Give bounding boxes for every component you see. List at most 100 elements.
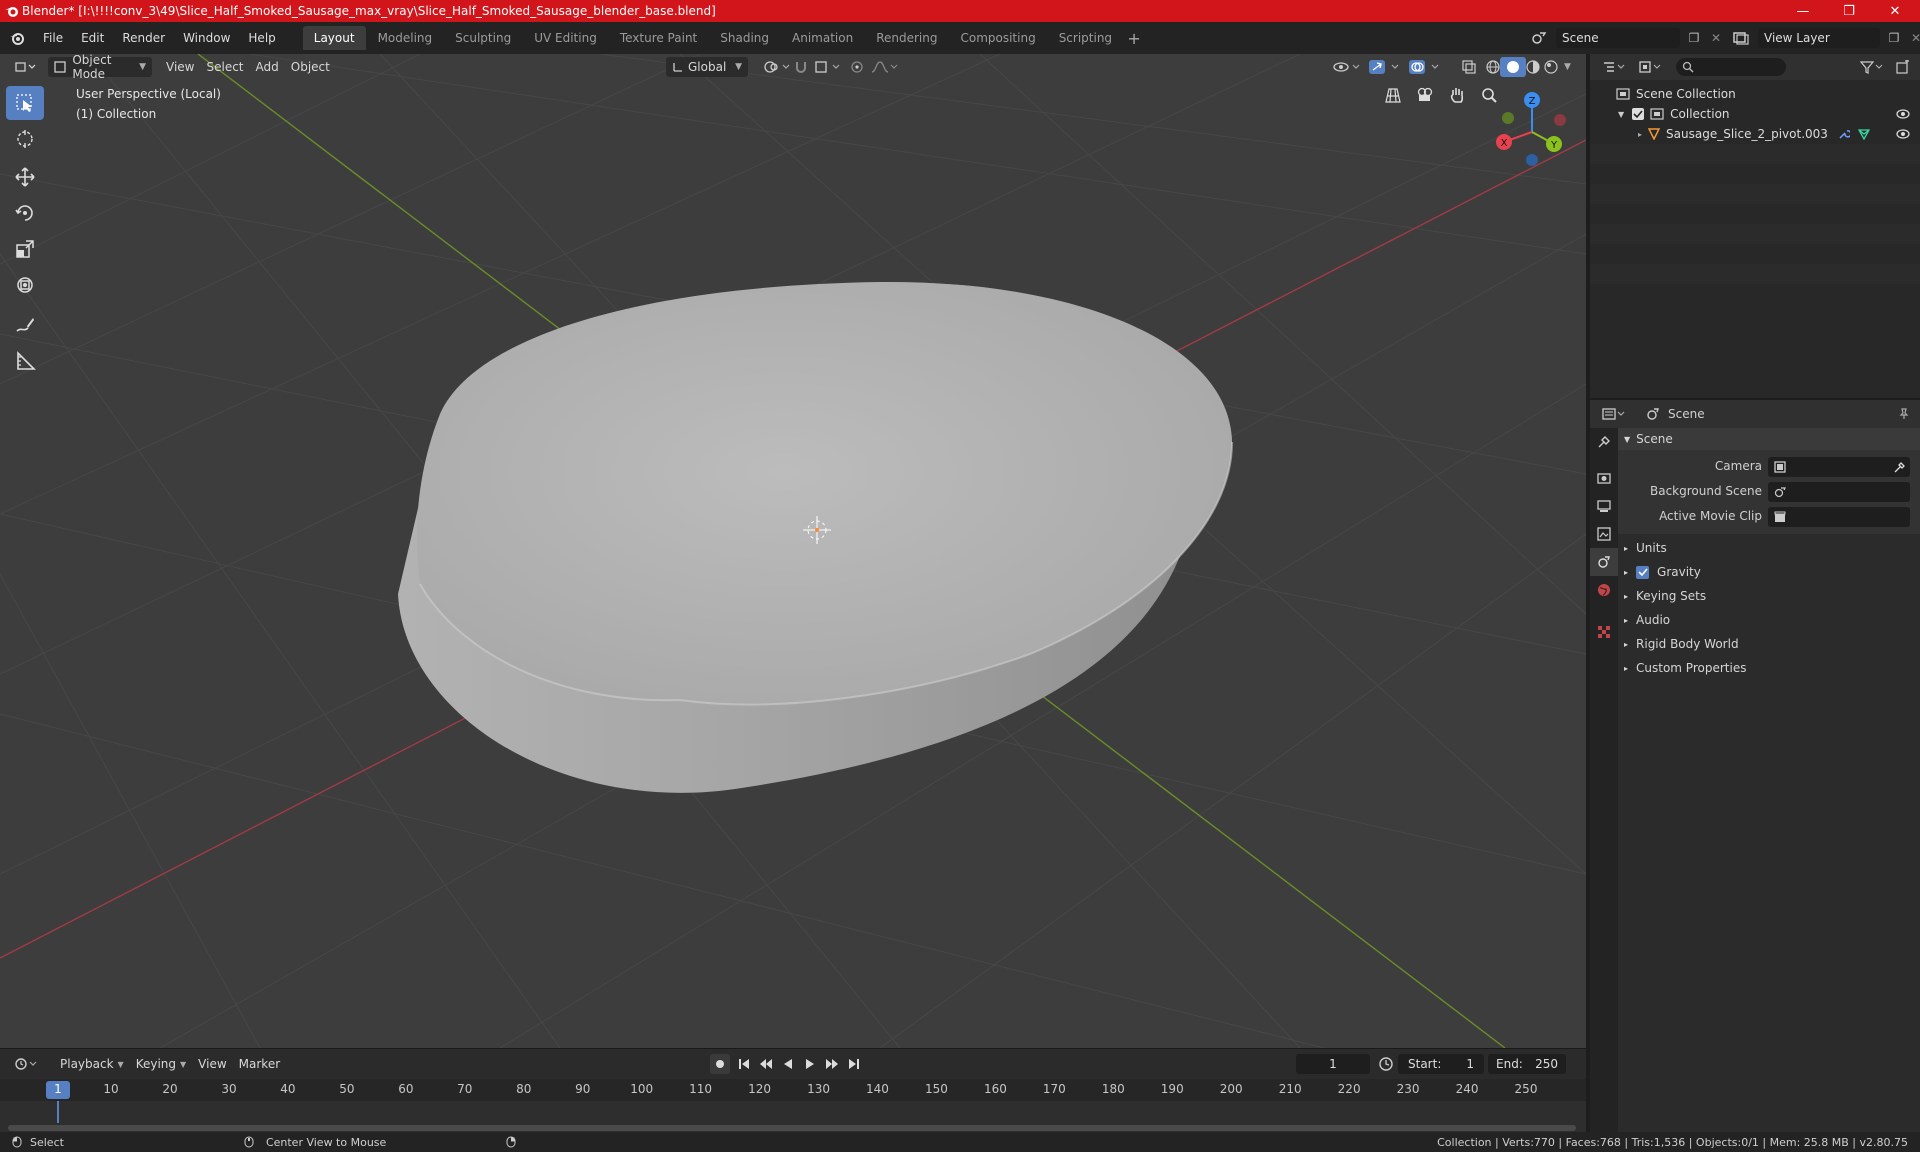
cursor-tool[interactable]	[6, 122, 44, 156]
tab-tool[interactable]	[1590, 428, 1618, 456]
viewport-menu-object[interactable]: Object	[285, 57, 336, 77]
delete-scene-icon[interactable]: ✕	[1708, 31, 1724, 45]
menu-file[interactable]: File	[34, 31, 72, 45]
keying-sets-panel[interactable]: ▸ Keying Sets	[1618, 584, 1920, 608]
scale-tool[interactable]	[6, 232, 44, 266]
viewport-menu-add[interactable]: Add	[250, 57, 285, 77]
tab-scene[interactable]	[1590, 548, 1618, 576]
scene-panel-header[interactable]: ▼ Scene	[1618, 428, 1920, 450]
tab-output[interactable]	[1590, 492, 1618, 520]
timeline-editor-type-button[interactable]	[8, 1054, 44, 1074]
start-frame-field[interactable]: Start: 1	[1398, 1054, 1484, 1074]
tab-layout[interactable]: Layout	[302, 26, 366, 50]
copy-view-layer-icon[interactable]: ❐	[1884, 31, 1904, 45]
navigation-gizmo[interactable]: Z X Y	[1490, 90, 1574, 174]
tab-shading[interactable]: Shading	[709, 26, 780, 50]
tab-scripting[interactable]: Scripting	[1048, 26, 1123, 50]
tab-texture-paint[interactable]: Texture Paint	[609, 26, 708, 50]
tab-sculpting[interactable]: Sculpting	[444, 26, 522, 50]
play-reverse-icon[interactable]	[780, 1058, 796, 1070]
tab-uv-editing[interactable]: UV Editing	[523, 26, 608, 50]
record-keyframe-icon[interactable]	[710, 1054, 730, 1074]
viewport-menu-view[interactable]: View	[160, 57, 200, 77]
properties-editor-type-button[interactable]	[1596, 404, 1632, 424]
display-mode-button[interactable]	[1632, 57, 1668, 77]
eye-icon[interactable]	[1896, 129, 1910, 139]
transform-orientation-dropdown[interactable]: Global ▼	[666, 57, 748, 77]
tab-animation[interactable]: Animation	[781, 26, 864, 50]
background-scene-field[interactable]	[1768, 482, 1910, 502]
camera-field[interactable]	[1768, 457, 1910, 477]
current-frame-field[interactable]: 1	[1296, 1054, 1370, 1074]
minimize-button[interactable]: —	[1780, 0, 1826, 22]
shading-options-chevron-icon[interactable]: ▼	[1558, 57, 1577, 77]
new-collection-icon[interactable]	[1890, 57, 1916, 77]
custom-properties-panel[interactable]: ▸ Custom Properties	[1618, 656, 1920, 680]
measure-tool[interactable]	[6, 344, 44, 378]
audio-panel[interactable]: ▸ Audio	[1618, 608, 1920, 632]
jump-to-start-icon[interactable]	[736, 1058, 752, 1070]
collection-exclude-checkbox[interactable]	[1632, 108, 1645, 120]
scene-icon[interactable]	[1526, 27, 1552, 49]
rigid-body-world-panel[interactable]: ▸ Rigid Body World	[1618, 632, 1920, 656]
overlays-toggle-icon[interactable]	[1402, 57, 1448, 77]
menu-edit[interactable]: Edit	[72, 31, 113, 45]
xray-toggle-icon[interactable]	[1456, 57, 1482, 77]
tab-view-layer[interactable]	[1590, 520, 1618, 548]
end-frame-field[interactable]: End: 250	[1488, 1054, 1566, 1074]
pan-view-icon[interactable]	[1444, 82, 1470, 108]
play-icon[interactable]	[802, 1058, 818, 1070]
blender-menu-icon[interactable]	[0, 22, 34, 54]
proportional-falloff-button[interactable]	[864, 57, 906, 77]
delete-view-layer-icon[interactable]: ✕	[1908, 31, 1920, 45]
editor-type-button[interactable]	[8, 57, 42, 77]
jump-to-keyframe-forward-icon[interactable]	[824, 1058, 840, 1070]
rotate-tool[interactable]	[6, 196, 44, 230]
tab-modeling[interactable]: Modeling	[367, 26, 444, 50]
filter-icon[interactable]	[1854, 57, 1890, 77]
timeline-track-area[interactable]	[0, 1101, 1586, 1133]
expand-arrow-icon[interactable]: ▸	[1638, 130, 1642, 139]
gravity-panel[interactable]: ▸ Gravity	[1618, 560, 1920, 584]
modifier-wrench-icon[interactable]	[1838, 128, 1850, 140]
eye-icon[interactable]	[1896, 109, 1910, 119]
tab-world[interactable]	[1590, 576, 1618, 604]
frame-ruler[interactable]: 1 10 20 30 40 50 60 70 80 90 100 110 120 130 140 150 160…	[0, 1079, 1586, 1101]
outliner-object-row[interactable]: ▸ Sausage_Slice_2_pivot.003	[1590, 124, 1920, 144]
gravity-checkbox[interactable]	[1636, 565, 1650, 579]
outliner-collection-row[interactable]: ▼ Collection	[1590, 104, 1920, 124]
tab-render[interactable]	[1590, 464, 1618, 492]
scene-selector[interactable]: Scene	[1556, 28, 1680, 48]
expand-triangle-icon[interactable]: ▼	[1618, 110, 1624, 119]
menu-render[interactable]: Render	[113, 31, 174, 45]
tab-compositing[interactable]: Compositing	[949, 26, 1046, 50]
timeline-menu-keying[interactable]: Keying ▼	[130, 1054, 192, 1074]
outliner-scene-collection-row[interactable]: Scene Collection	[1590, 84, 1920, 104]
move-tool[interactable]	[6, 160, 44, 194]
menu-help[interactable]: Help	[239, 31, 284, 45]
transform-tool[interactable]	[6, 268, 44, 302]
timeline-menu-playback[interactable]: Playback ▼	[54, 1054, 130, 1074]
outliner-search-input[interactable]	[1676, 58, 1786, 76]
add-workspace-icon[interactable]: +	[1124, 29, 1144, 48]
toggle-grid-view-icon[interactable]	[1380, 82, 1406, 108]
timeline-scrollbar[interactable]	[8, 1125, 1576, 1131]
object-mode-dropdown[interactable]: Object Mode ▼	[48, 54, 152, 81]
copy-scene-icon[interactable]: ❐	[1684, 31, 1704, 45]
3d-viewport[interactable]: Object Mode ▼ View Select Add Object Glo…	[0, 54, 1586, 1048]
preview-range-clock-icon[interactable]	[1378, 1056, 1394, 1072]
camera-view-icon[interactable]	[1412, 82, 1438, 108]
view-layer-icon[interactable]	[1728, 27, 1754, 49]
viewport-menu-select[interactable]: Select	[200, 57, 249, 77]
eyedropper-icon[interactable]	[1894, 461, 1906, 473]
maximize-button[interactable]: ❐	[1826, 0, 1872, 22]
jump-to-end-icon[interactable]	[846, 1058, 862, 1070]
mesh-data-icon[interactable]	[1858, 128, 1870, 140]
select-box-tool[interactable]	[6, 86, 44, 120]
menu-window[interactable]: Window	[174, 31, 239, 45]
active-movie-clip-field[interactable]	[1768, 507, 1910, 527]
annotate-tool[interactable]	[6, 308, 44, 342]
tab-rendering[interactable]: Rendering	[865, 26, 948, 50]
close-window-button[interactable]: ✕	[1872, 0, 1918, 22]
jump-to-keyframe-back-icon[interactable]	[758, 1058, 774, 1070]
